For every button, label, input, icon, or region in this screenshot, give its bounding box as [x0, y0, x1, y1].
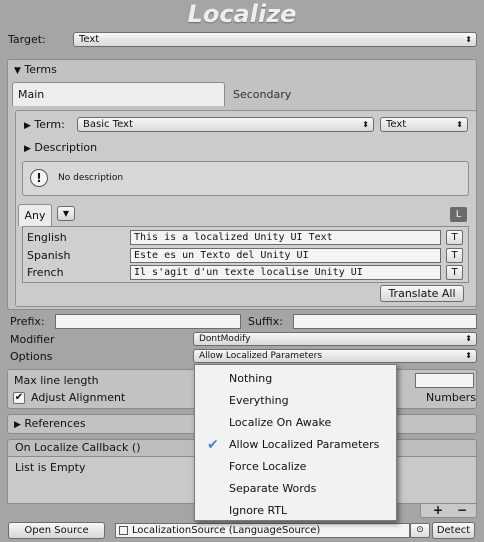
modifier-dropdown[interactable]: DontModify ⬍ — [193, 332, 477, 346]
chevron-down-icon: ▼ — [62, 209, 70, 218]
menu-item-label: Allow Localized Parameters — [229, 438, 380, 451]
description-label: Description — [34, 141, 98, 154]
foldout-closed-icon: ▶ — [14, 420, 21, 430]
description-foldout[interactable]: ▶ Description — [24, 141, 97, 156]
dropdown-arrow-icon: ⬍ — [456, 120, 463, 129]
menu-item-nothing[interactable]: Nothing — [195, 368, 396, 390]
open-source-button[interactable]: Open Source — [8, 522, 105, 539]
source-value: LocalizationSource (LanguageSource) — [132, 525, 321, 536]
menu-item-label: Force Localize — [229, 460, 307, 473]
dropdown-arrow-icon: ⬍ — [362, 120, 369, 129]
menu-item-ignore-rtl[interactable]: Ignore RTL — [195, 500, 396, 522]
dropdown-arrow-icon: ⬍ — [465, 334, 472, 343]
language-toggle-button[interactable]: L — [450, 207, 467, 222]
translation-field[interactable]: This is a localized Unity UI Text — [130, 230, 441, 245]
term-dropdown[interactable]: Basic Text ⬍ — [77, 117, 374, 132]
options-menu: Nothing Everything Localize On Awake ✔ A… — [194, 364, 397, 521]
menu-item-label: Everything — [229, 394, 289, 407]
term-type-value: Text — [386, 119, 407, 130]
checkmark-icon: ✔ — [207, 437, 219, 453]
numbers-label: Numbers — [426, 391, 476, 404]
target-label: Target: — [8, 33, 46, 46]
filter-dropdown-button[interactable]: ▼ — [57, 206, 75, 221]
detect-button[interactable]: Detect — [432, 522, 475, 539]
terms-foldout[interactable]: ▼ Terms — [14, 63, 57, 78]
callback-remove-button[interactable]: − — [457, 503, 467, 517]
terms-header: Terms — [24, 63, 57, 76]
modifier-value: DontModify — [199, 334, 251, 344]
options-label: Options — [10, 350, 53, 363]
menu-item-label: Localize On Awake — [229, 416, 332, 429]
menu-item-label: Ignore RTL — [229, 504, 288, 517]
menu-item-separate-words[interactable]: Separate Words — [195, 478, 396, 500]
max-line-length-field[interactable] — [415, 373, 474, 388]
options-value: Allow Localized Parameters — [199, 351, 323, 361]
references-foldout[interactable]: ▶ References — [14, 417, 86, 432]
callback-empty-text: List is Empty — [15, 461, 86, 474]
source-object-field[interactable]: LocalizationSource (LanguageSource) — [115, 523, 410, 538]
adjust-alignment-checkbox[interactable]: ✔ — [13, 392, 25, 404]
prefix-label: Prefix: — [10, 315, 45, 328]
translate-button[interactable]: T — [446, 230, 463, 245]
max-line-length-label: Max line length — [14, 374, 99, 387]
callback-header: On Localize Callback () — [15, 441, 141, 454]
suffix-label: Suffix: — [248, 315, 283, 328]
checkmark-icon: ✔ — [14, 392, 24, 403]
adjust-alignment-label: Adjust Alignment — [31, 391, 126, 404]
references-label: References — [24, 417, 86, 430]
tab-secondary[interactable]: Secondary — [233, 88, 291, 101]
info-icon: ! — [30, 169, 48, 187]
term-type-dropdown[interactable]: Text ⬍ — [380, 117, 468, 132]
menu-item-everything[interactable]: Everything — [195, 390, 396, 412]
filter-any-tab[interactable]: Any — [18, 204, 52, 226]
foldout-closed-icon: ▶ — [24, 121, 31, 131]
term-label: Term: — [34, 118, 65, 131]
modifier-label: Modifier — [10, 333, 55, 346]
menu-item-allow-localized-parameters[interactable]: ✔ Allow Localized Parameters — [195, 434, 396, 456]
prefix-field[interactable] — [55, 314, 241, 329]
dropdown-arrow-icon: ⬍ — [465, 35, 472, 44]
menu-item-localize-on-awake[interactable]: Localize On Awake — [195, 412, 396, 434]
translation-field[interactable]: Este es un Texto del Unity UI — [130, 248, 441, 263]
language-name: French — [27, 266, 64, 279]
menu-item-force-localize[interactable]: Force Localize — [195, 456, 396, 478]
target-value: Text — [79, 34, 100, 45]
callback-add-button[interactable]: + — [433, 503, 443, 517]
menu-item-label: Nothing — [229, 372, 273, 385]
tab-main[interactable]: Main — [12, 82, 225, 106]
translation-field[interactable]: Il s'agit d'un texte localise Unity UI — [130, 265, 441, 280]
suffix-field[interactable] — [293, 314, 477, 329]
language-name: English — [27, 231, 67, 244]
dropdown-arrow-icon: ⬍ — [465, 351, 472, 360]
menu-item-label: Separate Words — [229, 482, 317, 495]
translate-button[interactable]: T — [446, 248, 463, 263]
target-dropdown[interactable]: Text ⬍ — [73, 32, 477, 47]
component-icon — [119, 525, 128, 535]
translate-all-button[interactable]: Translate All — [380, 285, 464, 302]
language-name: Spanish — [27, 249, 71, 262]
inspector-title: Localize — [187, 0, 297, 28]
no-description-text: No description — [58, 173, 124, 183]
translate-button[interactable]: T — [446, 265, 463, 280]
foldout-open-icon: ▼ — [14, 66, 21, 76]
foldout-closed-icon: ▶ — [24, 144, 31, 154]
object-picker-icon[interactable]: ⊙ — [410, 523, 430, 538]
term-value: Basic Text — [83, 119, 133, 130]
options-dropdown[interactable]: Allow Localized Parameters ⬍ — [193, 349, 477, 363]
term-foldout[interactable]: ▶ Term: — [24, 118, 65, 133]
callback-footer — [420, 504, 477, 518]
